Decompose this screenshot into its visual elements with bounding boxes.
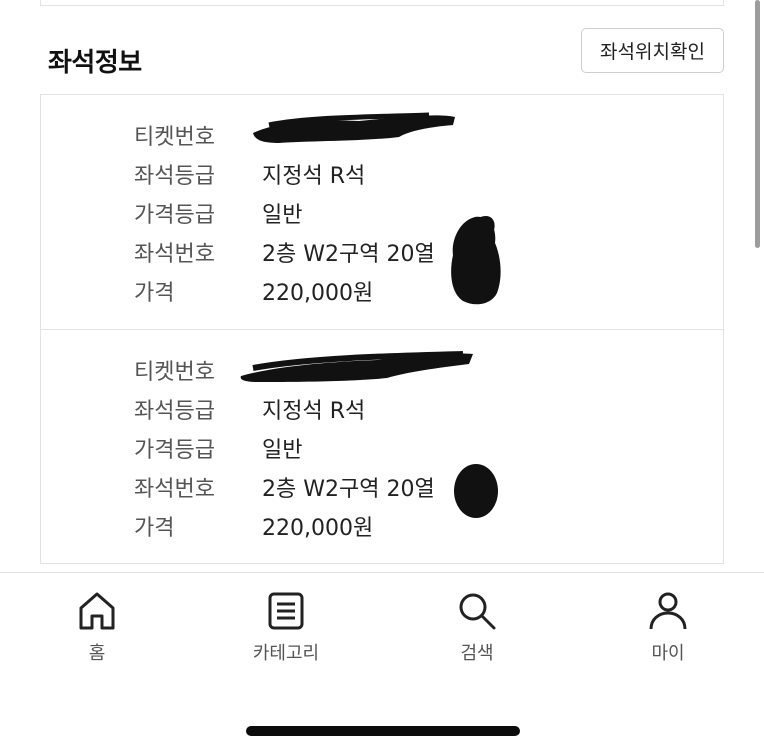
seat-number-value: 2층 W2구역 20열: [262, 241, 435, 267]
ticket-list: 티켓번호 좌석등급 지정석 R석 가격등급 일반 좌석번호 2층 W2구역 20…: [40, 94, 724, 564]
seat-grade-label: 좌석등급: [134, 163, 215, 189]
ticket-number-redaction: [253, 112, 455, 143]
ticket-card: 티켓번호 좌석등급 지정석 R석 가격등급 일반 좌석번호 2층 W2구역 20…: [41, 329, 723, 563]
search-icon: [459, 593, 496, 630]
tab-home-label: 홈: [88, 643, 106, 664]
price-grade-label: 가격등급: [134, 202, 215, 228]
seat-number-redaction: [451, 216, 501, 305]
seat-grade-value: 지정석 R석: [262, 163, 366, 189]
price-value: 220,000원: [262, 515, 374, 541]
tab-category-label: 카테고리: [252, 643, 320, 664]
ticket-number-redaction: [240, 351, 473, 382]
seat-number-label: 좌석번호: [134, 476, 215, 502]
ticket-number-label: 티켓번호: [134, 124, 215, 150]
tab-my-label: 마이: [651, 643, 685, 664]
price-grade-value: 일반: [262, 202, 303, 228]
seat-grade-row: 좌석등급 지정석 R석: [134, 154, 435, 193]
ticket-card: 티켓번호 좌석등급 지정석 R석 가격등급 일반 좌석번호 2층 W2구역 20…: [41, 95, 723, 329]
seat-info-header: 좌석정보 좌석위치확인: [0, 26, 764, 86]
price-row: 가격 220,000원: [134, 506, 435, 545]
seat-grade-value: 지정석 R석: [262, 398, 366, 424]
seat-number-row: 좌석번호 2층 W2구역 20열: [134, 467, 435, 506]
seat-number-value: 2층 W2구역 20열: [262, 476, 435, 502]
home-indicator: [246, 726, 520, 736]
tab-search[interactable]: 검색: [417, 591, 537, 665]
price-value: 220,000원: [262, 280, 374, 306]
price-grade-row: 가격등급 일반: [134, 193, 435, 232]
seat-number-redaction: [454, 464, 498, 518]
bottom-tab-bar: 홈 카테고리 검색 마이: [0, 572, 764, 750]
home-icon: [79, 592, 115, 630]
section-title: 좌석정보: [48, 48, 142, 78]
tab-category[interactable]: 카테고리: [226, 591, 346, 665]
price-grade-label: 가격등급: [134, 437, 215, 463]
list-icon: [268, 592, 304, 630]
seat-number-label: 좌석번호: [134, 241, 215, 267]
price-label: 가격: [134, 280, 175, 306]
price-grade-value: 일반: [262, 437, 303, 463]
price-row: 가격 220,000원: [134, 271, 435, 310]
price-label: 가격: [134, 515, 175, 541]
seat-grade-row: 좌석등급 지정석 R석: [134, 389, 435, 428]
tab-home[interactable]: 홈: [37, 591, 157, 665]
tab-search-label: 검색: [460, 643, 494, 664]
price-grade-row: 가격등급 일반: [134, 428, 435, 467]
tab-my[interactable]: 마이: [608, 591, 728, 665]
user-icon: [649, 592, 687, 630]
seat-number-row: 좌석번호 2층 W2구역 20열: [134, 232, 435, 271]
previous-card-edge: [40, 0, 724, 6]
seat-grade-label: 좌석등급: [134, 398, 215, 424]
seat-location-button[interactable]: 좌석위치확인: [581, 28, 724, 73]
